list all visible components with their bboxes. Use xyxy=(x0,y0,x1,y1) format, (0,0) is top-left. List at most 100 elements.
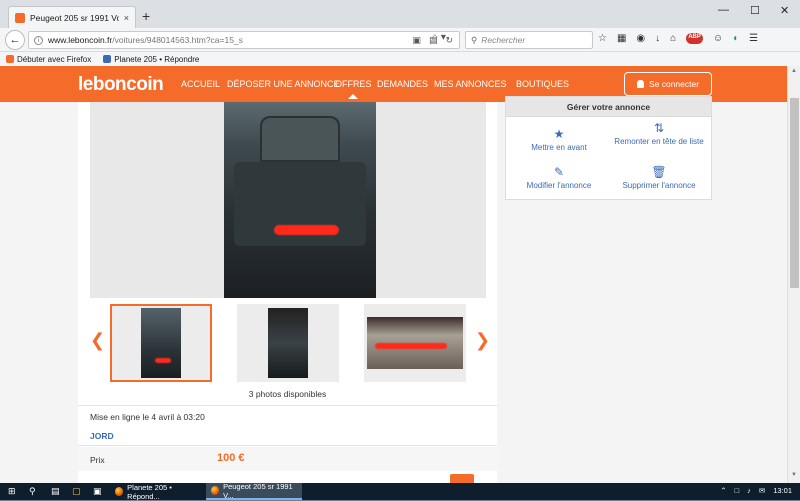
login-button[interactable]: Se connecter xyxy=(624,72,712,96)
sort-up-icon: ⇅ xyxy=(653,121,665,135)
scroll-down-icon[interactable]: ▼ xyxy=(791,472,797,478)
download-icon[interactable]: ↓ xyxy=(655,33,660,44)
arrow-left-icon: ← xyxy=(9,34,21,46)
login-label: Se connecter xyxy=(648,79,700,89)
divider xyxy=(78,445,497,446)
action-label: Modifier l'annonce xyxy=(526,181,592,190)
bump-listing-button[interactable]: ⇅ Remonter en tête de liste xyxy=(609,121,709,147)
thumbnail-strip: ❮ ❯ xyxy=(78,304,497,384)
nav-boutiques[interactable]: BOUTIQUES xyxy=(516,79,569,89)
task-view-icon[interactable]: ▤ xyxy=(51,486,60,497)
promote-listing-button[interactable]: ★ Mettre en avant xyxy=(509,127,609,153)
nav-mes-annonces[interactable]: MES ANNONCES xyxy=(434,79,507,89)
scrollbar-thumb[interactable] xyxy=(790,98,799,288)
price-label: Prix xyxy=(90,455,105,465)
menu-icon[interactable]: ☰ xyxy=(749,33,758,44)
chevron-up-icon[interactable]: ⌃ xyxy=(720,486,726,495)
thumbnail-2[interactable] xyxy=(237,304,339,382)
new-tab-button[interactable]: + xyxy=(142,8,150,24)
title-bar: Peugeot 205 sr 1991 Voitu × + — ☐ ✕ xyxy=(0,0,800,28)
bookmark-star-icon[interactable]: ☆ xyxy=(598,33,607,44)
thumbnail-image xyxy=(367,317,463,369)
trash-icon: 🗑 xyxy=(651,165,667,179)
orange-tab-button[interactable] xyxy=(450,474,474,483)
search-placeholder: Rechercher xyxy=(481,35,526,45)
reload-icon[interactable]: ↻ xyxy=(445,35,453,46)
bookmark-label: Planete 205 • Répondre xyxy=(114,54,200,64)
start-windows-icon[interactable]: ⊞ xyxy=(8,486,16,497)
redacted-document xyxy=(375,343,447,349)
nav-accueil[interactable]: ACCUEIL xyxy=(181,79,220,89)
firefox-bookmark-icon xyxy=(6,55,14,63)
tab-close-icon[interactable]: × xyxy=(124,13,129,23)
library-icon[interactable]: ▦ xyxy=(617,33,626,44)
prev-photo-arrow-icon[interactable]: ❮ xyxy=(90,330,105,351)
delete-listing-button[interactable]: 🗑 Supprimer l'annonce xyxy=(609,165,709,191)
back-button[interactable]: ← xyxy=(5,30,25,50)
firefox-icon xyxy=(211,486,220,495)
extension-icon[interactable]: ◐ xyxy=(733,33,739,44)
home-icon[interactable]: ⌂ xyxy=(670,33,676,44)
bookmarks-bar: Débuter avec Firefox Planete 205 • Répon… xyxy=(0,52,800,66)
leboncoin-logo[interactable]: leboncoin xyxy=(78,74,164,96)
url-host: www.leboncoin.fr xyxy=(48,35,113,45)
file-explorer-icon[interactable]: ▢ xyxy=(72,486,81,497)
posted-date: Mise en ligne le 4 avril à 03:20 xyxy=(90,412,205,422)
url-bar[interactable]: i www.leboncoin.fr /voitures/948014563.h… xyxy=(28,31,460,49)
taskbar-item-label: Planete 205 • Répond... xyxy=(127,482,172,501)
firefox-icon xyxy=(115,487,124,496)
reader-view-icon[interactable]: ▣ xyxy=(412,35,421,46)
smiley-icon[interactable]: ☺ xyxy=(713,33,723,44)
maximize-button[interactable]: ☐ xyxy=(750,4,760,17)
manage-listing-panel: Gérer votre annonce ★ Mettre en avant ⇅ … xyxy=(505,96,712,200)
notification-icon[interactable]: ✉ xyxy=(759,486,765,495)
tab-title: Peugeot 205 sr 1991 Voitu xyxy=(30,12,119,23)
info-icon[interactable]: i xyxy=(34,35,43,45)
adblock-icon[interactable]: ABP xyxy=(686,33,703,44)
minimize-button[interactable]: — xyxy=(718,4,729,16)
thumbnail-1[interactable] xyxy=(110,304,212,382)
bookmark-item[interactable]: Planete 205 • Répondre xyxy=(103,55,199,64)
browser-window: Peugeot 205 sr 1991 Voitu × + — ☐ ✕ ← i … xyxy=(0,0,800,483)
planete205-bookmark-icon xyxy=(103,55,112,63)
car-rear-window xyxy=(260,116,340,162)
volume-icon[interactable]: ♪ xyxy=(747,486,751,495)
bookmark-item[interactable]: Débuter avec Firefox xyxy=(6,55,91,64)
thumbnail-3[interactable] xyxy=(364,304,466,382)
nav-demandes[interactable]: DEMANDES xyxy=(377,79,428,89)
network-icon[interactable]: □ xyxy=(735,486,740,495)
home-dropdown-icon[interactable]: ⌂ ▾ xyxy=(432,32,446,43)
main-photo[interactable] xyxy=(224,102,376,298)
store-icon[interactable]: ▣ xyxy=(93,486,102,497)
scroll-up-icon[interactable]: ▲ xyxy=(791,68,797,74)
browser-tab[interactable]: Peugeot 205 sr 1991 Voitu × xyxy=(8,6,136,28)
url-path: /voitures/948014563.htm?ca=15_s xyxy=(112,35,243,45)
action-label: Remonter en tête de liste xyxy=(614,137,704,146)
divider xyxy=(78,405,497,406)
system-tray: ⌃ □ ♪ ✉ 13:01 xyxy=(720,486,792,495)
action-label: Supprimer l'annonce xyxy=(622,181,696,190)
listing-card: ❮ ❯ 3 photos disponibles Mise en ligne l… xyxy=(78,102,497,483)
main-photo-area xyxy=(90,102,486,298)
clock[interactable]: 13:01 xyxy=(773,486,792,495)
star-icon: ★ xyxy=(553,127,565,141)
redacted-plate xyxy=(274,225,339,235)
search-input[interactable]: ⚲ Rechercher xyxy=(465,31,593,49)
taskbar-item-planete205[interactable]: Planete 205 • Répond... xyxy=(110,482,204,501)
price-value: 100 € xyxy=(217,452,245,464)
thumbnail-image xyxy=(268,308,308,378)
search-icon[interactable]: ⚲ xyxy=(29,486,36,497)
user-icon xyxy=(636,80,644,88)
taskbar-item-peugeot[interactable]: Peugeot 205 sr 1991 V... xyxy=(206,482,302,500)
pocket-icon[interactable]: ◉ xyxy=(636,33,645,44)
close-window-button[interactable]: ✕ xyxy=(780,4,789,17)
next-photo-arrow-icon[interactable]: ❯ xyxy=(475,330,490,351)
thumbnail-image xyxy=(141,308,181,378)
nav-deposer-annonce[interactable]: DÉPOSER UNE ANNONCE xyxy=(227,79,340,89)
pencil-icon: ✎ xyxy=(553,165,565,179)
redacted-plate xyxy=(155,358,171,363)
page-scrollbar[interactable]: ▲ ▼ xyxy=(787,66,800,483)
edit-listing-button[interactable]: ✎ Modifier l'annonce xyxy=(509,165,609,191)
seller-name[interactable]: JORD xyxy=(90,431,114,441)
nav-offres[interactable]: OFFRES xyxy=(335,79,372,99)
